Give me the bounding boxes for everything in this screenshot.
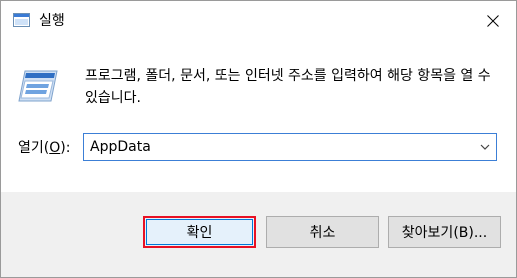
description-text: 프로그램, 폴더, 문서, 또는 인터넷 주소를 입력하여 해당 항목을 열 수… xyxy=(85,68,491,106)
run-icon xyxy=(18,70,58,102)
dialog-content: 프로그램, 폴더, 문서, 또는 인터넷 주소를 입력하여 해당 항목을 열 수… xyxy=(1,41,516,192)
open-label: 열기(O): xyxy=(18,138,70,158)
button-bar: 확인 취소 찾아보기(B)... xyxy=(1,192,516,277)
open-label-mnemonic: O xyxy=(49,140,61,156)
browse-button-label: 찾아보기(B)... xyxy=(401,225,488,241)
open-label-suffix: ): xyxy=(60,140,71,156)
close-icon xyxy=(487,15,499,27)
ok-button-label: 확인 xyxy=(186,225,213,241)
run-app-icon xyxy=(13,13,30,27)
open-label-prefix: 열기( xyxy=(18,140,50,156)
cancel-button[interactable]: 취소 xyxy=(266,216,379,248)
window-title: 실행 xyxy=(39,13,65,29)
run-dialog: 실행 프로그램, 폴더, 문서, 또는 인터넷 주소를 입력하여 해당 항목을 … xyxy=(0,0,517,278)
chevron-down-icon[interactable] xyxy=(478,140,492,154)
ok-button[interactable]: 확인 xyxy=(143,216,256,248)
open-input[interactable]: AppData xyxy=(90,138,151,156)
cancel-button-label: 취소 xyxy=(309,225,336,241)
open-combobox[interactable]: AppData xyxy=(83,133,497,161)
title-bar[interactable]: 실행 xyxy=(1,1,516,41)
browse-button[interactable]: 찾아보기(B)... xyxy=(388,216,501,248)
close-button[interactable] xyxy=(470,1,516,41)
